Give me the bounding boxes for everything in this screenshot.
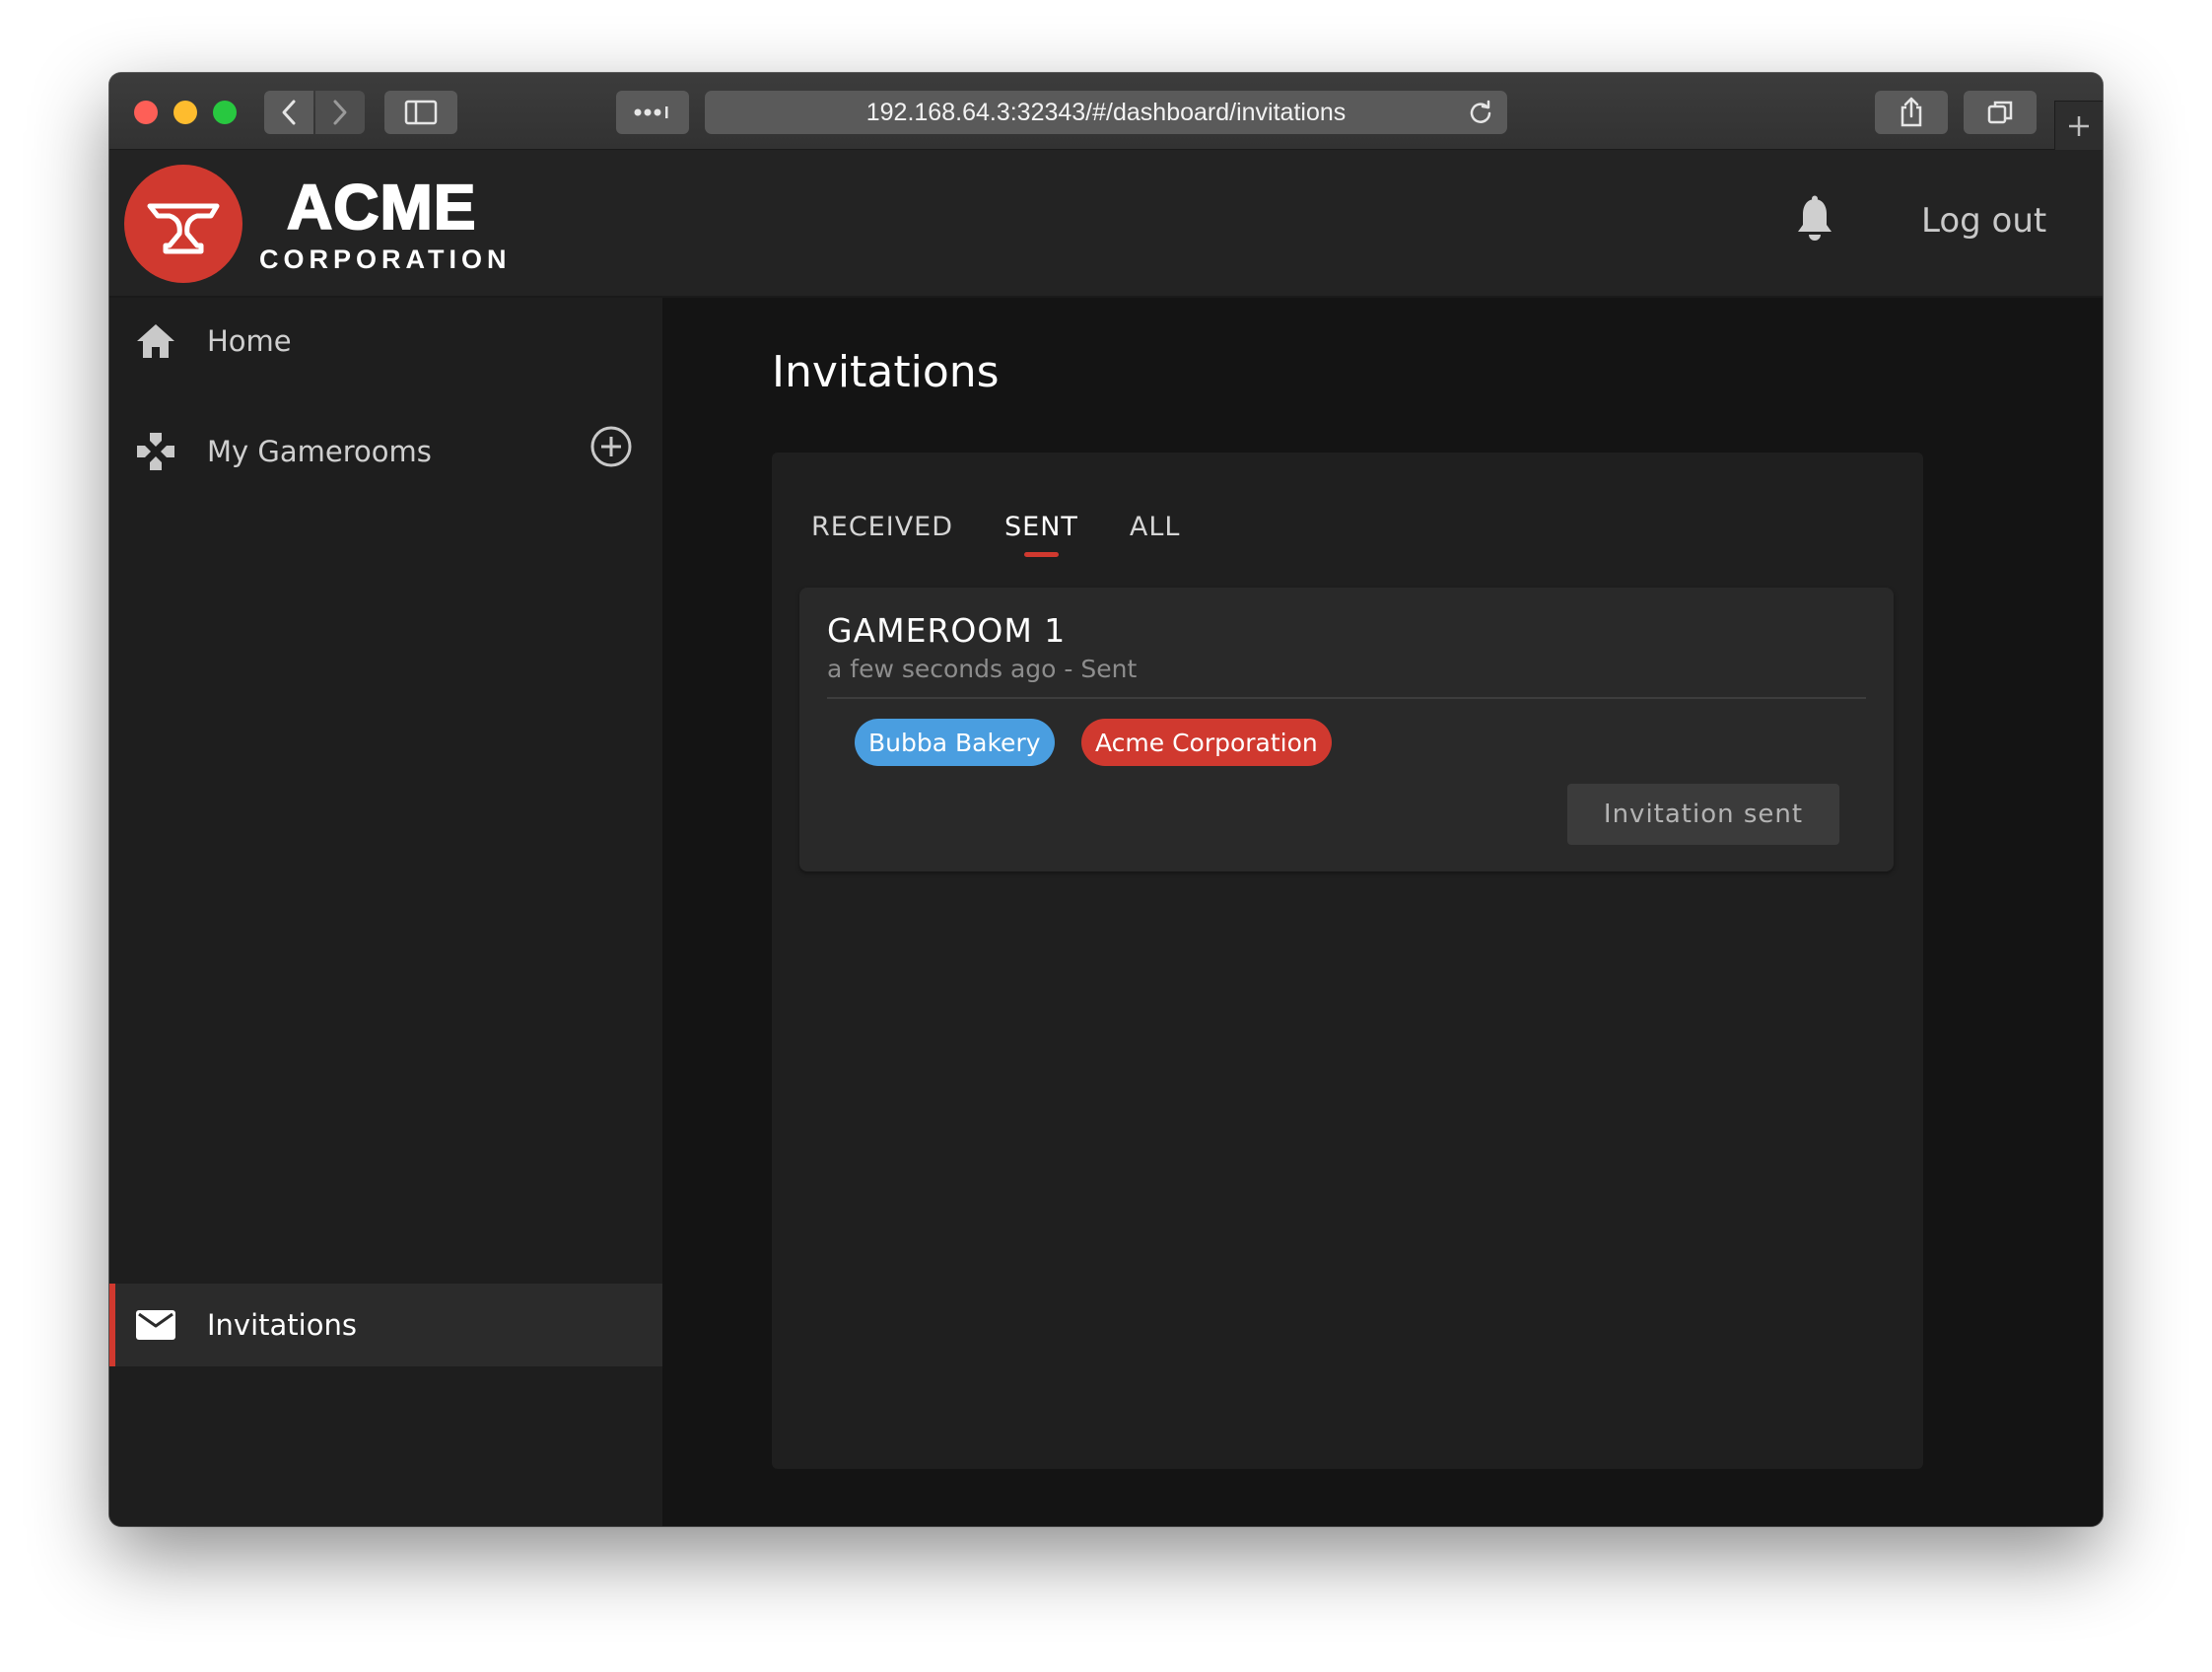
active-indicator [109, 1284, 115, 1366]
tab-sent[interactable]: SENT [1004, 508, 1078, 557]
invitation-card: GAMEROOM 1 a few seconds ago - Sent Bubb… [799, 588, 1894, 871]
share-button[interactable] [1875, 91, 1948, 134]
divider [827, 697, 1866, 699]
forward-button[interactable] [315, 91, 365, 134]
tab-all[interactable]: ALL [1130, 508, 1181, 547]
sidebar-item-label: Home [207, 324, 292, 358]
invitation-tabs: RECEIVED SENT ALL [811, 508, 1231, 557]
member-chip: Acme Corporation [1081, 719, 1332, 766]
browser-window: 192.168.64.3:32343/#/dashboard/invitatio… [109, 73, 2103, 1526]
more-dots-icon [634, 106, 668, 118]
logout-button[interactable]: Log out [1921, 201, 2046, 241]
tab-received[interactable]: RECEIVED [811, 508, 953, 547]
invitations-panel: RECEIVED SENT ALL GAMEROOM 1 a few secon… [772, 453, 1923, 1469]
main-content: Invitations RECEIVED SENT ALL GAMEROOM 1… [662, 298, 2103, 1526]
brand-name: ACME [286, 172, 477, 243]
chevron-left-icon [282, 100, 296, 125]
invitation-meta: a few seconds ago - Sent [827, 655, 1138, 683]
acme-anvil-logo[interactable] [124, 165, 242, 283]
reader-options-button[interactable] [616, 91, 689, 134]
sidebar-item-invitations[interactable]: Invitations [109, 1284, 662, 1366]
home-icon [137, 324, 174, 358]
brand-subtitle: CORPORATION [259, 244, 512, 274]
url-text: 192.168.64.3:32343/#/dashboard/invitatio… [865, 98, 1347, 126]
bell-icon[interactable] [1795, 195, 1834, 243]
sidebar-item-label: Invitations [207, 1308, 357, 1342]
sidebar: Home My Gamerooms Invitations [109, 298, 662, 1526]
maximize-window-button[interactable] [213, 101, 237, 124]
add-gameroom-icon[interactable] [589, 425, 633, 468]
browser-toolbar: 192.168.64.3:32343/#/dashboard/invitatio… [109, 73, 2103, 150]
minimize-window-button[interactable] [173, 101, 197, 124]
member-chip: Bubba Bakery [855, 719, 1055, 766]
new-tab-button[interactable] [2054, 101, 2103, 150]
page-title: Invitations [772, 347, 1000, 397]
reload-icon[interactable] [1468, 100, 1493, 125]
chevron-right-icon [333, 100, 347, 125]
gameroom-name: GAMEROOM 1 [827, 611, 1067, 650]
address-bar[interactable]: 192.168.64.3:32343/#/dashboard/invitatio… [705, 91, 1507, 134]
sidebar-toggle-button[interactable] [384, 91, 457, 134]
share-icon [1901, 97, 1922, 127]
tabs-icon [1987, 101, 2013, 124]
show-tabs-button[interactable] [1964, 91, 2037, 134]
invitation-sent-button[interactable]: Invitation sent [1567, 784, 1839, 845]
gamepad-icon [137, 433, 174, 470]
close-window-button[interactable] [134, 101, 158, 124]
sidebar-item-home[interactable]: Home [109, 300, 662, 383]
app-header: ACME CORPORATION Log out [109, 150, 2103, 298]
sidebar-item-label: My Gamerooms [207, 435, 432, 468]
sidebar-item-my-gamerooms[interactable]: My Gamerooms [109, 410, 662, 493]
back-button[interactable] [264, 91, 313, 134]
sidebar-icon [404, 100, 438, 125]
envelope-icon [136, 1310, 175, 1340]
plus-icon [2069, 115, 2089, 136]
